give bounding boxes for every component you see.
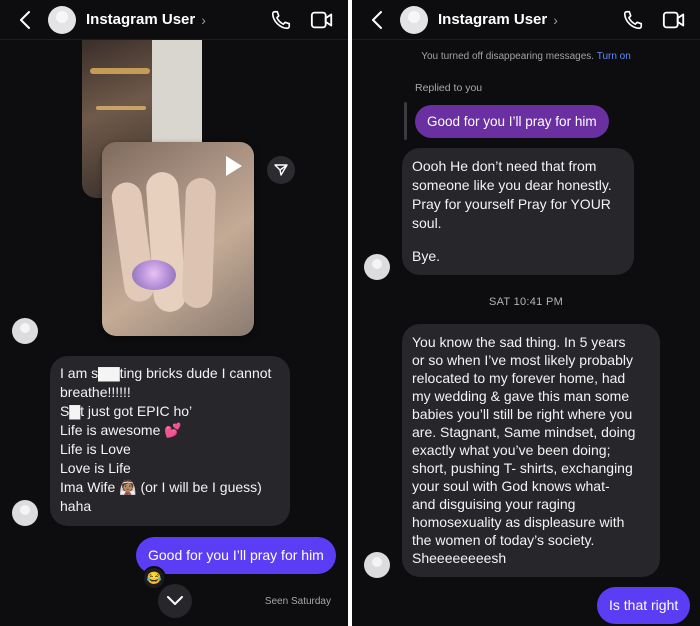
- disappearing-messages-note: You turned off disappearing messages. Tu…: [352, 51, 700, 62]
- back-button[interactable]: [16, 10, 34, 29]
- message-line: soul.: [412, 215, 442, 231]
- video-camera-icon[interactable]: [662, 9, 686, 31]
- timestamp: SAT 10:41 PM: [488, 296, 564, 308]
- ring-detail: [132, 260, 176, 290]
- message-line: I am s▇▇ting bricks dude I cannot: [60, 365, 272, 381]
- chevron-left-icon: [20, 10, 30, 29]
- phone-icon[interactable]: [270, 9, 292, 31]
- message-line: Ima Wife 👰🏽 (or I will be I guess): [60, 479, 262, 495]
- message-line: and disguising your raging: [412, 496, 576, 512]
- message-line: Sheeeeeeeesh: [412, 550, 507, 566]
- sent-message[interactable]: Good for you I’ll pray for him: [136, 537, 336, 574]
- chevron-left-icon: [372, 10, 382, 29]
- avatar[interactable]: [364, 254, 390, 280]
- message-line: my wedding & gave this man some: [412, 388, 630, 404]
- video-camera-icon[interactable]: [310, 9, 334, 31]
- message-line: exactly what you’ve been doing;: [412, 442, 611, 458]
- message-line: relocated to my forever home, had: [412, 370, 626, 386]
- share-button[interactable]: [267, 156, 295, 184]
- received-message[interactable]: I am s▇▇ting bricks dude I cannot breath…: [50, 356, 290, 526]
- avatar[interactable]: [12, 500, 38, 526]
- message-line: Life is Love: [60, 441, 131, 457]
- chevron-right-icon: ›: [553, 11, 558, 28]
- turn-on-link[interactable]: Turn on: [597, 51, 631, 62]
- scroll-to-bottom-button[interactable]: [158, 584, 192, 618]
- photo-detail: [90, 68, 150, 74]
- reaction-emoji[interactable]: 😂: [142, 566, 166, 590]
- message-line: the women of today’s society.: [412, 532, 595, 548]
- left-chat-panel: Instagram User › I am s▇▇ting bricks dud…: [0, 0, 348, 626]
- right-chat-panel: Instagram User › You turned off disappea…: [352, 0, 700, 626]
- message-line: haha: [60, 498, 92, 514]
- replied-quote[interactable]: Good for you I’ll pray for him: [415, 105, 609, 138]
- replied-label: Replied to you: [415, 82, 483, 94]
- avatar[interactable]: [12, 318, 38, 344]
- play-icon[interactable]: [226, 156, 242, 176]
- message-line: babies you’ll still be right where you: [412, 406, 633, 422]
- sent-message[interactable]: Is that right: [597, 587, 691, 624]
- system-note-text: You turned off disappearing messages.: [421, 51, 595, 62]
- message-line: Oooh He don’t need that from: [412, 158, 597, 174]
- avatar[interactable]: [364, 552, 390, 578]
- reply-indicator: [404, 102, 407, 140]
- message-line: or so when I’ve most likely probably: [412, 352, 633, 368]
- message-line: S▇t just got EPIC ho’: [60, 403, 193, 419]
- contact-name[interactable]: Instagram User: [438, 11, 547, 28]
- message-line: Bye.: [412, 248, 441, 264]
- chevron-right-icon: ›: [201, 11, 206, 28]
- avatar[interactable]: [48, 5, 76, 34]
- chevron-down-icon: [167, 596, 183, 605]
- message-line: are. Stagnant, Same mindset, doing: [412, 424, 636, 440]
- message-line: Life is awesome 💕: [60, 422, 182, 438]
- back-button[interactable]: [368, 10, 386, 29]
- photo-detail: [96, 106, 146, 110]
- received-message[interactable]: Oooh He don’t need that from someone lik…: [402, 148, 634, 275]
- phone-icon[interactable]: [622, 9, 644, 31]
- seen-status: Seen Saturday: [264, 596, 331, 607]
- message-line: someone like you dear honestly.: [412, 177, 612, 193]
- chat-header: Instagram User ›: [352, 0, 700, 40]
- message-line: Love is Life: [60, 460, 131, 476]
- message-line: breathe!!!!!!: [60, 384, 131, 400]
- message-line: You know the sad thing. In 5 years: [412, 334, 626, 350]
- message-line: short, pushing T- shirts, exchanging: [412, 460, 633, 476]
- avatar[interactable]: [400, 5, 428, 34]
- photo-detail: [181, 177, 217, 309]
- chat-header: Instagram User ›: [0, 0, 348, 40]
- received-message[interactable]: You know the sad thing. In 5 years or so…: [402, 324, 660, 577]
- send-icon: [274, 164, 288, 176]
- contact-name[interactable]: Instagram User: [86, 11, 195, 28]
- message-line: your soul with God knows what-: [412, 478, 610, 494]
- message-line: homosexuality as displeasure with: [412, 514, 625, 530]
- message-line: Pray for yourself Pray for YOUR: [412, 196, 611, 212]
